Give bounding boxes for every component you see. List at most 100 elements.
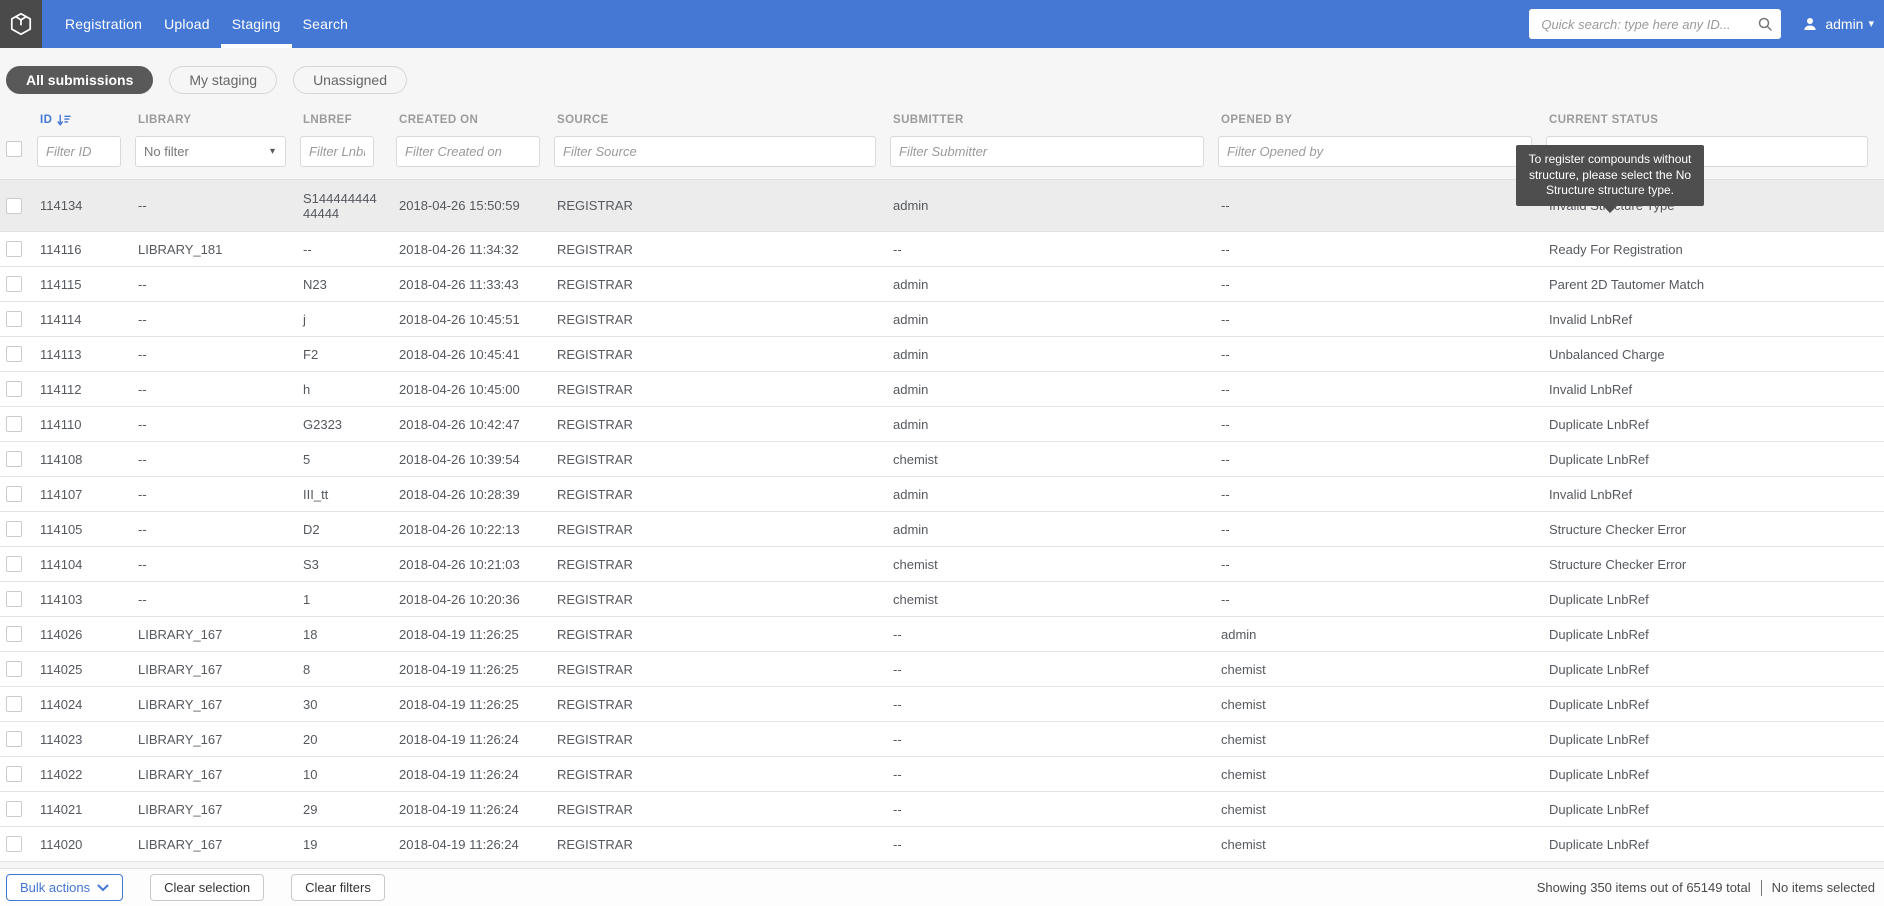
table-row[interactable]: 114107--III_tt2018-04-26 10:28:39REGISTR…	[0, 477, 1884, 512]
cell-created: 2018-04-19 11:26:24	[389, 767, 547, 782]
row-checkbox-cell	[0, 381, 30, 397]
column-header-library[interactable]: LIBRARY	[128, 114, 293, 126]
person-icon	[1801, 15, 1819, 33]
table-row[interactable]: 114115--N232018-04-26 11:33:43REGISTRARa…	[0, 267, 1884, 302]
row-checkbox[interactable]	[6, 836, 22, 852]
nav-item-search[interactable]: Search	[292, 0, 360, 48]
column-header-id[interactable]: ID	[30, 113, 128, 128]
table-row[interactable]: 114022LIBRARY_167102018-04-19 11:26:24RE…	[0, 757, 1884, 792]
column-header-opened-by[interactable]: OPENED BY	[1211, 114, 1539, 126]
filter-submitter-input[interactable]	[890, 136, 1204, 167]
app-logo[interactable]	[0, 0, 42, 48]
cell-created: 2018-04-26 10:20:36	[389, 592, 547, 607]
cell-library: LIBRARY_167	[128, 697, 293, 712]
row-checkbox[interactable]	[6, 198, 22, 214]
row-checkbox[interactable]	[6, 486, 22, 502]
row-checkbox[interactable]	[6, 381, 22, 397]
cell-lnbref: 10	[293, 767, 389, 782]
row-checkbox-cell	[0, 486, 30, 502]
table-row[interactable]: 114025LIBRARY_16782018-04-19 11:26:25REG…	[0, 652, 1884, 687]
cell-opened-by: --	[1211, 417, 1539, 432]
selection-status-text: No items selected	[1772, 880, 1875, 895]
table-row[interactable]: 114113--F22018-04-26 10:45:41REGISTRARad…	[0, 337, 1884, 372]
cell-library: LIBRARY_167	[128, 837, 293, 852]
row-checkbox[interactable]	[6, 241, 22, 257]
sort-descending-icon[interactable]	[56, 113, 71, 128]
table-row[interactable]: 114108--52018-04-26 10:39:54REGISTRARche…	[0, 442, 1884, 477]
row-checkbox[interactable]	[6, 766, 22, 782]
row-checkbox[interactable]	[6, 346, 22, 362]
filter-source-input[interactable]	[554, 136, 876, 167]
table-row[interactable]: 114024LIBRARY_167302018-04-19 11:26:25RE…	[0, 687, 1884, 722]
table-row[interactable]: 114021LIBRARY_167292018-04-19 11:26:24RE…	[0, 792, 1884, 827]
column-header-submitter[interactable]: SUBMITTER	[883, 114, 1211, 126]
column-header-lnbref[interactable]: LNBREF	[293, 114, 389, 126]
cell-lnbref: 29	[293, 802, 389, 817]
table-row[interactable]: 114023LIBRARY_167202018-04-19 11:26:24RE…	[0, 722, 1884, 757]
row-checkbox[interactable]	[6, 451, 22, 467]
user-menu[interactable]: admin ▾	[1801, 15, 1874, 33]
nav-item-upload[interactable]: Upload	[153, 0, 221, 48]
table-row[interactable]: 114112--h2018-04-26 10:45:00REGISTRARadm…	[0, 372, 1884, 407]
cell-lnbref: 8	[293, 662, 389, 677]
filter-library-select[interactable]: No filter ▾	[135, 136, 286, 167]
nav-item-registration[interactable]: Registration	[54, 0, 153, 48]
cell-opened-by: --	[1211, 198, 1539, 213]
row-checkbox[interactable]	[6, 276, 22, 292]
cell-lnbref: j	[293, 312, 389, 327]
cell-id: 114026	[30, 627, 128, 642]
row-checkbox-cell	[0, 801, 30, 817]
row-checkbox-cell	[0, 311, 30, 327]
cell-opened-by: chemist	[1211, 767, 1539, 782]
cell-source: REGISTRAR	[547, 312, 883, 327]
row-checkbox[interactable]	[6, 521, 22, 537]
bulk-actions-button[interactable]: Bulk actions	[6, 874, 123, 901]
row-checkbox[interactable]	[6, 311, 22, 327]
cell-library: LIBRARY_167	[128, 662, 293, 677]
table-row[interactable]: 114020LIBRARY_167192018-04-19 11:26:24RE…	[0, 827, 1884, 862]
table-row[interactable]: 114104--S32018-04-26 10:21:03REGISTRARch…	[0, 547, 1884, 582]
row-checkbox[interactable]	[6, 661, 22, 677]
table-rows: 114134--S144444444444442018-04-26 15:50:…	[0, 179, 1884, 862]
table-row[interactable]: 114103--12018-04-26 10:20:36REGISTRARche…	[0, 582, 1884, 617]
nav-item-staging[interactable]: Staging	[221, 0, 292, 48]
filter-id-input[interactable]	[37, 136, 121, 167]
row-checkbox[interactable]	[6, 626, 22, 642]
column-header-current-status[interactable]: CURRENT STATUS	[1539, 114, 1884, 126]
table-row[interactable]: 114026LIBRARY_167182018-04-19 11:26:25RE…	[0, 617, 1884, 652]
row-checkbox[interactable]	[6, 416, 22, 432]
clear-filters-button[interactable]: Clear filters	[291, 874, 385, 901]
clear-filters-label: Clear filters	[305, 880, 371, 895]
chip-my-staging[interactable]: My staging	[169, 66, 277, 94]
filter-lnbref-input[interactable]	[300, 136, 374, 167]
row-checkbox[interactable]	[6, 591, 22, 607]
dropdown-caret-icon: ▾	[270, 146, 275, 157]
table-row[interactable]: 114105--D22018-04-26 10:22:13REGISTRARad…	[0, 512, 1884, 547]
row-checkbox[interactable]	[6, 556, 22, 572]
cell-lnbref: h	[293, 382, 389, 397]
clear-selection-button[interactable]: Clear selection	[150, 874, 264, 901]
cell-status: Duplicate LnbRef	[1539, 802, 1884, 817]
cell-lnbref: III_tt	[293, 487, 389, 502]
cell-status: Duplicate LnbRef	[1539, 592, 1884, 607]
table-row[interactable]: 114114--j2018-04-26 10:45:51REGISTRARadm…	[0, 302, 1884, 337]
chip-all-submissions[interactable]: All submissions	[6, 66, 153, 94]
column-header-source[interactable]: SOURCE	[547, 114, 883, 126]
row-checkbox[interactable]	[6, 696, 22, 712]
search-icon[interactable]	[1757, 16, 1773, 32]
filter-created-on-input[interactable]	[396, 136, 540, 167]
cell-id: 114025	[30, 662, 128, 677]
quick-search-input[interactable]	[1541, 17, 1757, 32]
table-row[interactable]: 114116LIBRARY_181--2018-04-26 11:34:32RE…	[0, 232, 1884, 267]
chip-unassigned[interactable]: Unassigned	[293, 66, 407, 94]
column-header-created-on[interactable]: CREATED ON	[389, 114, 547, 126]
table-row[interactable]: 114110--G23232018-04-26 10:42:47REGISTRA…	[0, 407, 1884, 442]
filter-opened-by-input[interactable]	[1218, 136, 1532, 167]
row-checkbox[interactable]	[6, 801, 22, 817]
cell-created: 2018-04-19 11:26:25	[389, 697, 547, 712]
row-checkbox[interactable]	[6, 731, 22, 747]
cell-submitter: admin	[883, 312, 1211, 327]
cell-opened-by: --	[1211, 382, 1539, 397]
select-all-checkbox[interactable]	[6, 141, 22, 157]
cell-source: REGISTRAR	[547, 697, 883, 712]
